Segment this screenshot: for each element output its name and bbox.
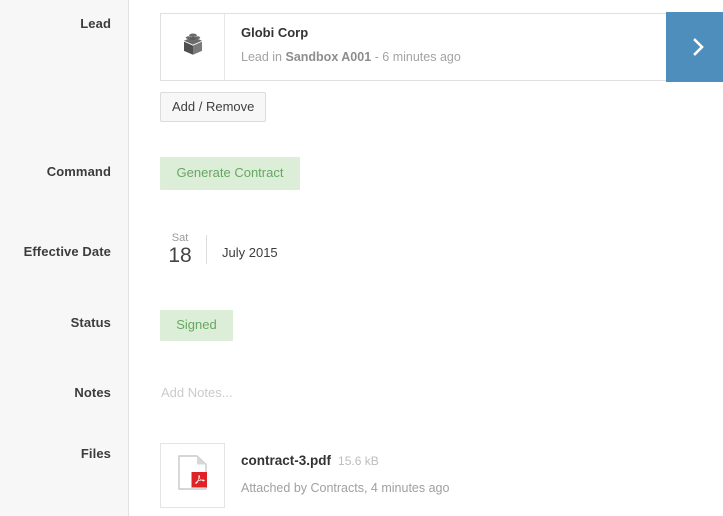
lead-subtitle-time: - 6 minutes ago	[371, 50, 461, 64]
cube-icon	[178, 30, 208, 65]
field-label-files: Files	[80, 446, 111, 461]
field-label-notes: Notes	[74, 385, 111, 400]
lead-next-button[interactable]	[666, 12, 723, 82]
notes-input[interactable]: Add Notes...	[161, 385, 233, 401]
add-remove-button[interactable]: Add / Remove	[160, 92, 267, 122]
lead-thumbnail	[161, 14, 225, 80]
file-attached-info: Attached by Contracts, 4 minutes ago	[241, 481, 450, 495]
status-badge: Signed	[160, 310, 233, 341]
file-name: contract-3.pdf	[241, 453, 332, 468]
file-meta: contract-3.pdf 15.6 kB Attached by Contra…	[225, 443, 449, 496]
lead-subtitle-sandbox: Sandbox A001	[285, 50, 372, 64]
file-list-item[interactable]: contract-3.pdf 15.6 kB Attached by Contra…	[160, 443, 449, 508]
field-label-lead: Lead	[80, 16, 111, 31]
file-name-line: contract-3.pdf 15.6 kB	[241, 452, 449, 470]
lead-card-body: Globi Corp Lead in Sandbox A001 - 6 minu…	[225, 14, 723, 80]
field-label-status: Status	[70, 315, 111, 330]
field-label-command: Command	[46, 164, 111, 179]
effective-date-widget[interactable]: Sat 18 July 2015	[160, 232, 278, 267]
date-month-year: July 2015	[222, 245, 278, 260]
pdf-file-icon	[177, 455, 209, 496]
field-label-gutter: Lead Command Effective Date Status Notes…	[0, 0, 129, 516]
file-size: 15.6 kB	[338, 454, 379, 468]
chevron-right-icon	[692, 37, 705, 57]
date-daybox: Sat 18	[160, 232, 206, 267]
generate-contract-button[interactable]: Generate Contract	[160, 157, 300, 190]
file-thumbnail	[160, 443, 225, 508]
field-content-column: Globi Corp Lead in Sandbox A001 - 6 minu…	[130, 0, 723, 516]
field-label-effective-date: Effective Date	[23, 244, 111, 259]
lead-card[interactable]: Globi Corp Lead in Sandbox A001 - 6 minu…	[160, 13, 723, 81]
lead-subtitle-prefix: Lead in	[241, 50, 286, 64]
lead-title: Globi Corp	[241, 25, 309, 40]
date-day-number: 18	[168, 244, 192, 267]
lead-subtitle: Lead in Sandbox A001 - 6 minutes ago	[241, 49, 723, 65]
